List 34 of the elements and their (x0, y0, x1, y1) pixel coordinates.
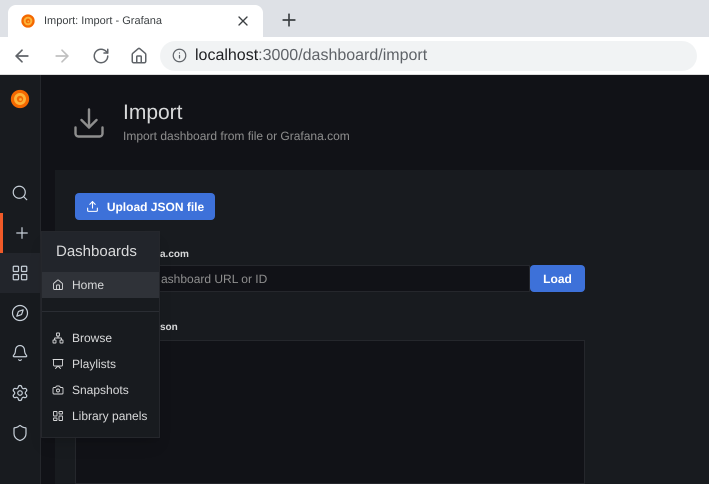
presentation-icon (52, 358, 64, 370)
info-icon (172, 48, 187, 63)
upload-button[interactable]: Upload JSON file (75, 193, 215, 220)
url-text: localhost:3000/dashboard/import (195, 46, 428, 66)
logo-icon (20, 13, 36, 29)
logo-icon (9, 88, 31, 110)
bell-icon (11, 344, 29, 362)
menu-item[interactable]: Playlists (42, 351, 159, 377)
settings-icon (11, 384, 29, 402)
page-subtitle: Import dashboard from file or Grafana.com (123, 128, 350, 145)
home-icon (52, 279, 64, 291)
menu-item[interactable]: Snapshots (42, 377, 159, 403)
shield-icon (11, 424, 29, 442)
menu-title: Dashboards (42, 232, 159, 272)
address-bar[interactable]: localhost:3000/dashboard/import (160, 40, 697, 70)
sidebar-item[interactable] (0, 253, 40, 293)
page-title: Import (123, 100, 184, 126)
tab-title: Import: Import - Grafana (44, 14, 163, 29)
hierarchy-icon (52, 332, 64, 344)
field-label: a.com (160, 248, 190, 262)
menu-item[interactable]: Library panels (42, 403, 159, 429)
browser-tab[interactable]: Import: Import - Grafana (8, 5, 263, 37)
load-button[interactable]: Load (530, 265, 585, 292)
home-icon[interactable] (130, 46, 148, 64)
menu-item[interactable]: Home (42, 272, 159, 298)
upload-icon (86, 200, 99, 213)
reload-icon[interactable] (92, 46, 110, 64)
field-label: son (160, 321, 179, 335)
camera-icon (52, 384, 64, 396)
grid-icon (11, 264, 29, 282)
menu-item[interactable]: Browse (42, 325, 159, 351)
compass-icon (11, 304, 29, 322)
search-icon (11, 184, 29, 202)
panels-icon (52, 410, 64, 422)
